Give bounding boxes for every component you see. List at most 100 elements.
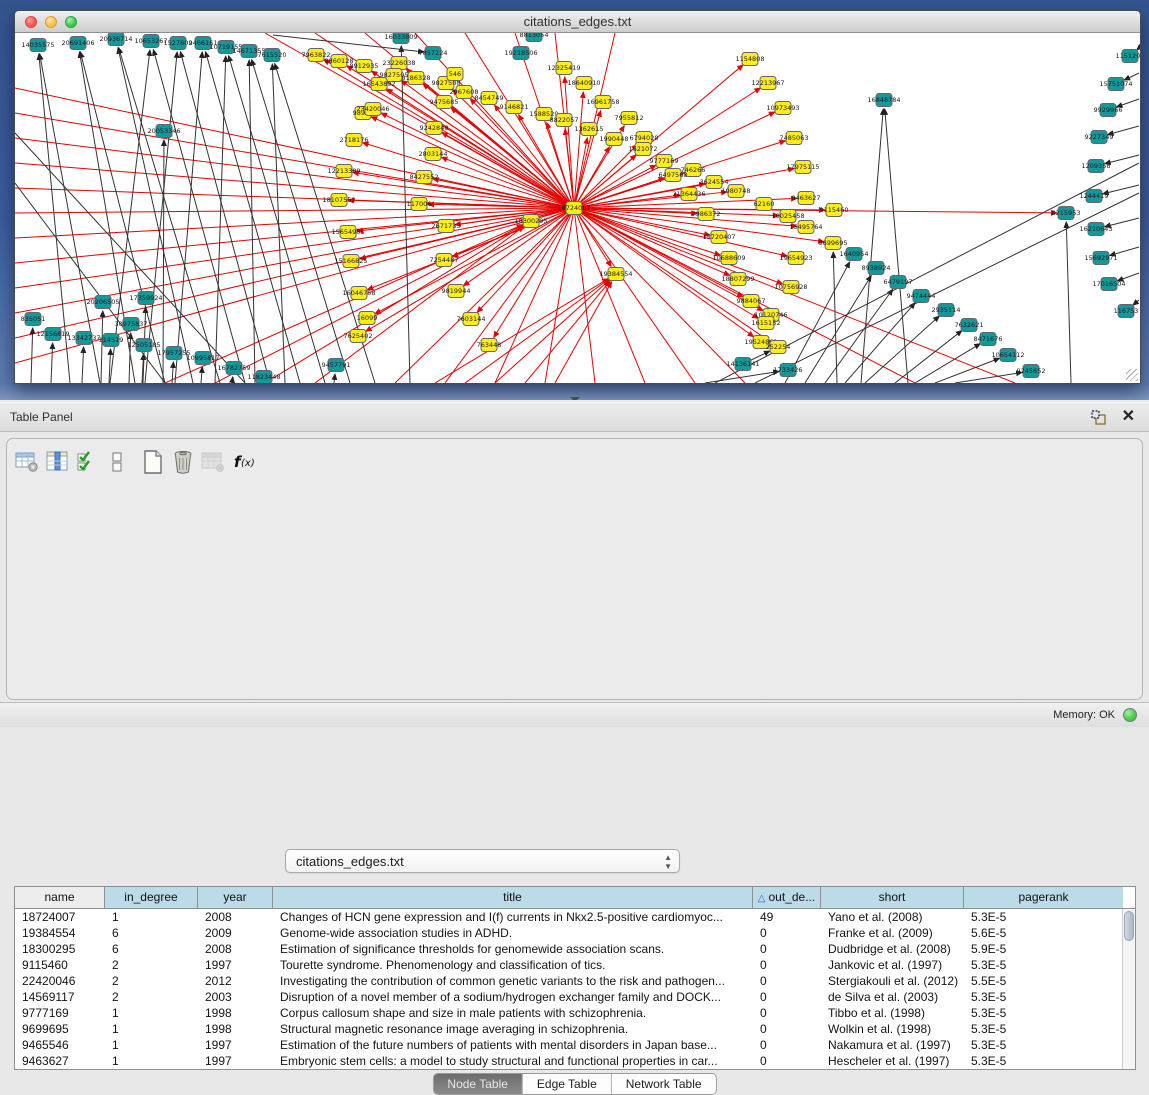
graph-node[interactable]: 15751074 xyxy=(1099,78,1132,91)
table-settings-button[interactable] xyxy=(12,448,42,476)
graph-node[interactable]: 1080748 xyxy=(722,185,751,198)
graph-node[interactable]: 15166825 xyxy=(334,255,367,268)
graph-node[interactable]: 1621072 xyxy=(629,143,658,156)
graph-node[interactable]: 16099 xyxy=(357,312,378,325)
table-row[interactable]: 969969511998Structural magnetic resonanc… xyxy=(15,1021,1135,1037)
graph-node[interactable]: 7615520 xyxy=(258,49,287,62)
graph-node[interactable]: 10973493 xyxy=(766,102,799,115)
graph-node[interactable]: 18107552 xyxy=(322,194,355,207)
graph-node[interactable]: 8471676 xyxy=(974,333,1003,346)
graph-node[interactable]: 20691406 xyxy=(61,37,94,50)
column-header-name[interactable]: name xyxy=(15,887,105,908)
graph-node[interactable]: 10995817 xyxy=(186,352,219,365)
close-panel-icon[interactable]: ✕ xyxy=(1122,408,1135,426)
graph-node[interactable]: 19384554 xyxy=(599,268,632,281)
window-resize-grip[interactable] xyxy=(1126,369,1138,381)
edge[interactable] xyxy=(705,371,779,383)
delete-table-button[interactable] xyxy=(168,448,198,476)
graph-node[interactable]: 1640954 xyxy=(840,248,869,261)
graph-node[interactable]: 17016504 xyxy=(1092,278,1125,291)
graph-node[interactable]: 763448 xyxy=(477,339,502,352)
graph-node[interactable]: 20206505 xyxy=(86,296,119,309)
graph-node[interactable]: 8938924 xyxy=(862,262,891,275)
function-builder-button[interactable]: f (x) xyxy=(232,448,262,476)
graph-node[interactable]: 10688609 xyxy=(712,252,745,265)
graph-node[interactable]: 16961758 xyxy=(586,96,619,109)
graph-node[interactable]: 2803144 xyxy=(419,148,448,161)
graph-node[interactable]: 9242848 xyxy=(420,122,449,135)
edge[interactable] xyxy=(145,52,177,383)
table-row[interactable]: 1830029562008Estimation of significance … xyxy=(15,941,1135,957)
graph-node[interactable]: 8186328 xyxy=(402,72,431,85)
edge[interactable] xyxy=(865,316,939,383)
graph-node[interactable]: 16848784 xyxy=(867,94,900,107)
citation-edge[interactable] xyxy=(363,143,574,208)
citation-edge[interactable] xyxy=(387,89,574,208)
graph-node[interactable]: 20053346 xyxy=(147,125,180,138)
graph-node[interactable]: 21364436 xyxy=(672,188,705,201)
column-header-out_de[interactable]: △out_de... xyxy=(753,887,821,908)
graph-node[interactable]: 15720407 xyxy=(702,231,735,244)
table-row[interactable]: 2242004622012Investigating the contribut… xyxy=(15,973,1135,989)
citation-edge[interactable] xyxy=(495,280,609,383)
graph-node[interactable]: 7955812 xyxy=(615,112,644,125)
graph-node[interactable]: 9474444 xyxy=(907,290,936,303)
minimize-window-button[interactable] xyxy=(45,16,57,28)
graph-node[interactable]: 8215953 xyxy=(1052,207,1081,220)
graph-node[interactable]: 16046758 xyxy=(342,287,375,300)
graph-node[interactable]: 7632621 xyxy=(955,319,984,332)
edge[interactable] xyxy=(201,367,202,383)
table-row[interactable]: 1456911722003Disruption of a novel membe… xyxy=(15,989,1135,1005)
column-header-short[interactable]: short xyxy=(821,887,964,908)
graph-node[interactable]: 9463627 xyxy=(792,192,821,205)
edge[interactable] xyxy=(101,311,103,383)
edge[interactable] xyxy=(833,252,837,383)
float-window-icon[interactable] xyxy=(1091,410,1107,426)
edge[interactable] xyxy=(861,109,883,383)
graph-node[interactable]: 1244419 xyxy=(1080,190,1109,203)
graph-node[interactable]: 14035575 xyxy=(21,39,54,52)
edge[interactable] xyxy=(1133,300,1139,305)
network-canvas[interactable]: 1872400714035575206914062093671410653267… xyxy=(15,33,1140,383)
edge[interactable] xyxy=(1066,222,1071,383)
graph-node[interactable]: 12156819 xyxy=(36,328,69,341)
graph-node[interactable]: 12213967 xyxy=(751,77,784,90)
edge[interactable] xyxy=(82,347,84,383)
graph-node[interactable]: 1990448 xyxy=(600,133,629,146)
column-header-in_degree[interactable]: in_degree xyxy=(105,887,198,908)
tab-edge-table[interactable]: Edge Table xyxy=(523,1074,612,1094)
graph-node[interactable]: 16033809 xyxy=(384,33,417,44)
graph-node[interactable]: 9475685 xyxy=(430,96,459,109)
column-header-title[interactable]: title xyxy=(273,887,753,908)
graph-node[interactable]: 1362615 xyxy=(575,123,604,136)
edge[interactable] xyxy=(175,52,202,383)
edge[interactable] xyxy=(205,52,300,383)
select-columns-button[interactable] xyxy=(72,448,102,476)
graph-node[interactable]: 9819944 xyxy=(442,285,471,298)
graph-node[interactable]: 20936714 xyxy=(99,33,132,46)
edge[interactable] xyxy=(118,48,193,383)
graph-node[interactable]: 2935114 xyxy=(932,304,961,317)
graph-node[interactable]: 9777169 xyxy=(650,155,679,168)
show-columns-button[interactable] xyxy=(42,448,72,476)
table-row[interactable]: 1872400712008Changes of HCN gene express… xyxy=(15,909,1135,925)
graph-node[interactable]: 7857224 xyxy=(419,47,448,60)
graph-node[interactable]: 2718176 xyxy=(340,134,369,147)
edge[interactable] xyxy=(15,183,165,383)
citation-edge[interactable] xyxy=(15,208,574,338)
graph-node[interactable]: 7485063 xyxy=(780,132,809,145)
graph-node[interactable]: 15654985 xyxy=(331,226,364,239)
graph-node[interactable]: 10756928 xyxy=(774,281,807,294)
graph-node[interactable]: 117006 xyxy=(407,198,432,211)
column-header-pagerank[interactable]: pagerank xyxy=(964,887,1123,908)
citation-edge[interactable] xyxy=(574,208,1015,383)
graph-node[interactable]: 9699695 xyxy=(819,237,848,250)
graph-node[interactable]: 19218506 xyxy=(504,47,537,60)
graph-node[interactable]: 11823448 xyxy=(247,371,280,384)
graph-node[interactable]: 1733426 xyxy=(774,364,803,377)
graph-node[interactable]: 8427552 xyxy=(410,171,439,184)
edge[interactable] xyxy=(180,52,270,383)
graph-node[interactable]: 15692971 xyxy=(1084,252,1117,265)
edge[interactable] xyxy=(885,109,908,383)
citation-edge[interactable] xyxy=(15,208,574,263)
